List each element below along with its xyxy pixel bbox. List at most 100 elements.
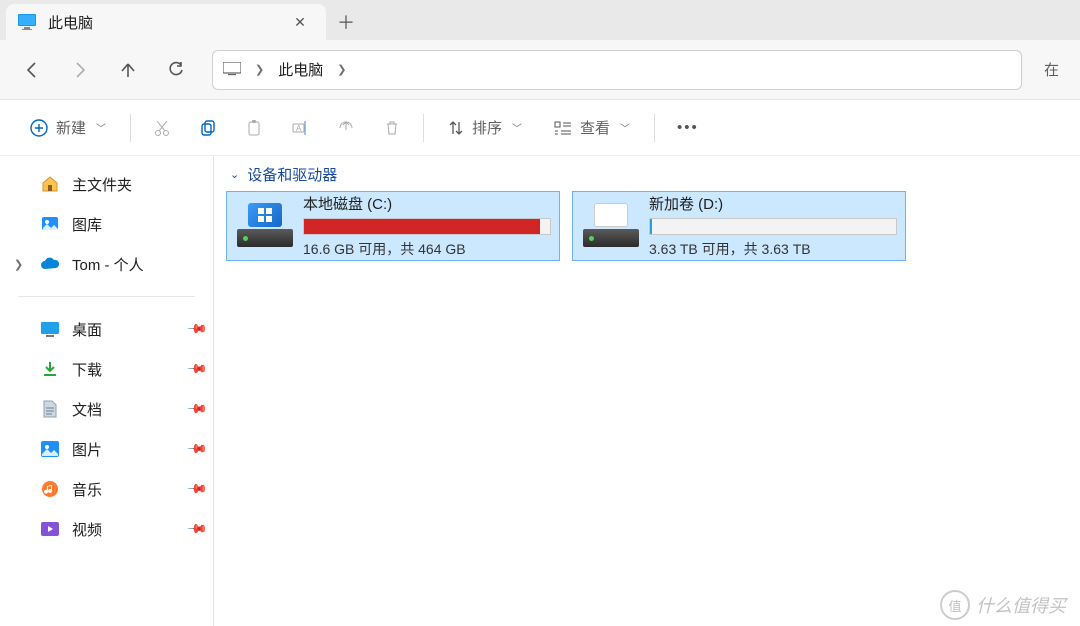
drive-icon xyxy=(581,203,641,249)
chevron-down-icon: ﹀ xyxy=(620,120,630,135)
tab-title: 此电脑 xyxy=(48,12,93,33)
sort-button[interactable]: 排序 ﹀ xyxy=(432,108,538,148)
chevron-right-icon[interactable]: ❯ xyxy=(14,258,23,271)
rename-button[interactable]: A xyxy=(277,108,323,148)
monitor-icon xyxy=(223,62,241,77)
drive-info: 本地磁盘 (C:) 16.6 GB 可用，共 464 GB xyxy=(303,193,551,259)
group-header-label: 设备和驱动器 xyxy=(247,164,337,185)
tab-this-pc[interactable]: 此电脑 ✕ xyxy=(6,4,326,40)
sidebar-item-label: 下载 xyxy=(72,359,102,380)
sidebar-item-desktop[interactable]: 桌面 📌 xyxy=(0,309,213,349)
svg-text:A: A xyxy=(296,124,302,133)
chevron-right-icon[interactable]: ❯ xyxy=(337,63,346,76)
refresh-button[interactable] xyxy=(152,50,200,90)
delete-button[interactable] xyxy=(369,108,415,148)
command-bar: 新建 ﹀ A 排序 ﹀ 查看 ﹀ ••• xyxy=(0,100,1080,156)
back-button[interactable] xyxy=(8,50,56,90)
desktop-icon xyxy=(40,319,60,339)
group-header-devices[interactable]: ⌄ 设备和驱动器 xyxy=(230,164,1068,185)
document-icon xyxy=(40,399,60,419)
content-pane: ⌄ 设备和驱动器 本地磁盘 (C:) 16.6 GB 可用，共 464 GB 新… xyxy=(214,156,1080,626)
watermark-logo-icon: 值 xyxy=(940,590,970,620)
forward-button[interactable] xyxy=(56,50,104,90)
pin-icon: 📌 xyxy=(186,438,209,461)
navigation-pane: 主文件夹 图库 ❯ Tom - 个人 桌面 📌 下载 📌 文档 📌 xyxy=(0,156,214,626)
ellipsis-icon: ••• xyxy=(677,119,699,136)
sidebar-item-label: 桌面 xyxy=(72,319,102,340)
separator xyxy=(130,114,131,142)
new-button[interactable]: 新建 ﹀ xyxy=(14,108,122,148)
sidebar-item-music[interactable]: 音乐 📌 xyxy=(0,469,213,509)
pin-icon: 📌 xyxy=(186,398,209,421)
drive-usage-bar xyxy=(303,218,551,235)
watermark: 值 什么值得买 xyxy=(940,590,1066,620)
chevron-down-icon: ﹀ xyxy=(96,120,106,135)
music-icon xyxy=(40,479,60,499)
download-icon xyxy=(40,359,60,379)
sidebar-item-downloads[interactable]: 下载 📌 xyxy=(0,349,213,389)
pin-icon: 📌 xyxy=(186,318,209,341)
share-button[interactable] xyxy=(323,108,369,148)
video-icon xyxy=(40,519,60,539)
drive-info: 新加卷 (D:) 3.63 TB 可用，共 3.63 TB xyxy=(649,193,897,259)
search-box[interactable]: 在 xyxy=(1034,50,1072,90)
gallery-icon xyxy=(40,214,60,234)
pin-icon: 📌 xyxy=(186,358,209,381)
new-label: 新建 xyxy=(56,117,86,138)
sidebar-item-label: Tom - 个人 xyxy=(72,254,144,275)
plus-circle-icon xyxy=(30,119,48,137)
search-label-truncated: 在 xyxy=(1044,59,1059,80)
more-button[interactable]: ••• xyxy=(663,108,713,148)
tab-strip: 此电脑 ✕ ＋ xyxy=(0,0,1080,40)
new-tab-button[interactable]: ＋ xyxy=(326,4,366,40)
sidebar-item-pictures[interactable]: 图片 📌 xyxy=(0,429,213,469)
close-tab-button[interactable]: ✕ xyxy=(286,8,314,36)
sidebar-item-videos[interactable]: 视频 📌 xyxy=(0,509,213,549)
chevron-down-icon: ⌄ xyxy=(230,168,239,181)
sidebar-item-label: 图片 xyxy=(72,439,102,460)
view-button[interactable]: 查看 ﹀ xyxy=(538,108,646,148)
drive-name: 新加卷 (D:) xyxy=(649,193,897,214)
view-icon xyxy=(554,121,572,135)
main-split: 主文件夹 图库 ❯ Tom - 个人 桌面 📌 下载 📌 文档 📌 xyxy=(0,156,1080,626)
chevron-right-icon[interactable]: ❯ xyxy=(255,63,264,76)
onedrive-icon xyxy=(40,254,60,274)
sort-label: 排序 xyxy=(472,117,502,138)
drive-item[interactable]: 新加卷 (D:) 3.63 TB 可用，共 3.63 TB xyxy=(572,191,906,261)
address-bar[interactable]: ❯ 此电脑 ❯ xyxy=(212,50,1022,90)
sort-icon xyxy=(448,120,464,136)
drive-usage-bar xyxy=(649,218,897,235)
pin-icon: 📌 xyxy=(186,478,209,501)
pin-icon: 📌 xyxy=(186,518,209,541)
drive-icon xyxy=(235,203,295,249)
separator xyxy=(654,114,655,142)
drive-stat: 3.63 TB 可用，共 3.63 TB xyxy=(649,239,897,259)
pictures-icon xyxy=(40,439,60,459)
up-button[interactable] xyxy=(104,50,152,90)
drive-name: 本地磁盘 (C:) xyxy=(303,193,551,214)
sidebar-item-gallery[interactable]: 图库 xyxy=(0,204,213,244)
sidebar-item-label: 主文件夹 xyxy=(72,174,132,195)
sidebar-item-documents[interactable]: 文档 📌 xyxy=(0,389,213,429)
sidebar-item-label: 图库 xyxy=(72,214,102,235)
separator xyxy=(423,114,424,142)
sidebar-item-label: 文档 xyxy=(72,399,102,420)
paste-button[interactable] xyxy=(231,108,277,148)
sidebar-item-home[interactable]: 主文件夹 xyxy=(0,164,213,204)
watermark-text: 什么值得买 xyxy=(976,592,1066,618)
drives-list: 本地磁盘 (C:) 16.6 GB 可用，共 464 GB 新加卷 (D:) 3… xyxy=(226,191,1068,261)
monitor-icon xyxy=(18,14,36,30)
chevron-down-icon: ﹀ xyxy=(512,120,522,135)
breadcrumb-item[interactable]: 此电脑 xyxy=(278,59,323,80)
drive-item[interactable]: 本地磁盘 (C:) 16.6 GB 可用，共 464 GB xyxy=(226,191,560,261)
view-label: 查看 xyxy=(580,117,610,138)
cut-button[interactable] xyxy=(139,108,185,148)
nav-toolbar: ❯ 此电脑 ❯ 在 xyxy=(0,40,1080,100)
sidebar-item-onedrive[interactable]: ❯ Tom - 个人 xyxy=(0,244,213,284)
sidebar-separator xyxy=(18,296,195,297)
copy-button[interactable] xyxy=(185,108,231,148)
sidebar-item-label: 视频 xyxy=(72,519,102,540)
home-icon xyxy=(40,174,60,194)
drive-stat: 16.6 GB 可用，共 464 GB xyxy=(303,239,551,259)
sidebar-item-label: 音乐 xyxy=(72,479,102,500)
